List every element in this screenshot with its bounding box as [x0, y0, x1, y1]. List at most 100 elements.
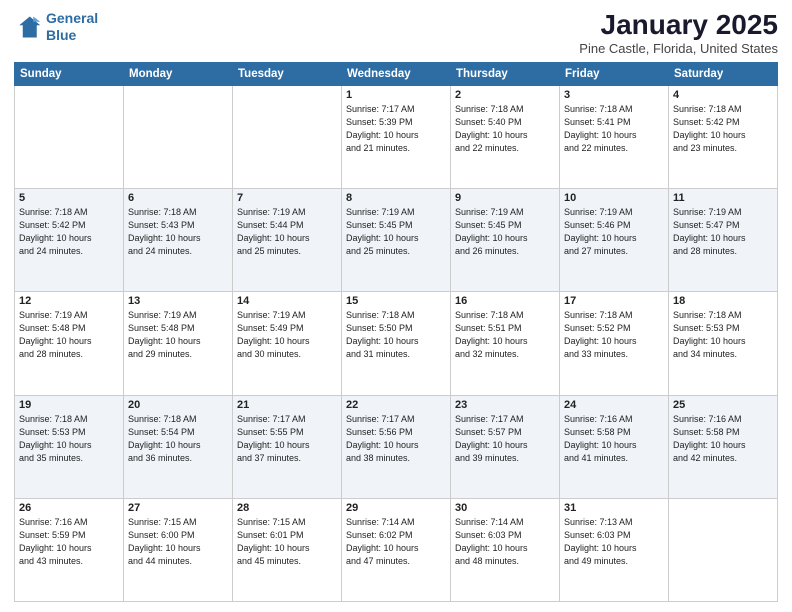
day-number: 24	[564, 399, 664, 411]
day-number: 31	[564, 502, 664, 514]
table-cell: 14 Sunrise: 7:19 AMSunset: 5:49 PMDayligh…	[233, 292, 342, 395]
table-cell: 25Sunrise: 7:16 AMSunset: 5:58 PMDayligh…	[669, 395, 778, 498]
table-cell: 4 Sunrise: 7:18 AMSunset: 5:42 PMDaylight…	[669, 85, 778, 188]
table-cell: 5Sunrise: 7:18 AMSunset: 5:42 PMDaylight…	[15, 189, 124, 292]
table-cell: 20 Sunrise: 7:18 AMSunset: 5:54 PMDayligh…	[124, 395, 233, 498]
day-number: 16	[455, 295, 555, 307]
day-info: Sunrise: 7:13 AMSunset: 6:03 PMDaylight:…	[564, 516, 664, 568]
table-cell: 26Sunrise: 7:16 AMSunset: 5:59 PMDayligh…	[15, 498, 124, 601]
day-number: 2	[455, 89, 555, 101]
day-info: Sunrise: 7:17 AMSunset: 5:55 PMDaylight:…	[237, 413, 337, 465]
calendar-table: Sunday Monday Tuesday Wednesday Thursday…	[14, 62, 778, 602]
day-number: 13	[128, 295, 228, 307]
table-cell: 2 Sunrise: 7:18 AMSunset: 5:40 PMDaylight…	[451, 85, 560, 188]
table-cell: 24 Sunrise: 7:16 AMSunset: 5:58 PMDayligh…	[560, 395, 669, 498]
week-row-0: 1Sunrise: 7:17 AMSunset: 5:39 PMDaylight…	[15, 85, 778, 188]
day-info: Sunrise: 7:15 AMSunset: 6:01 PMDaylight:…	[237, 516, 337, 568]
table-cell: 7Sunrise: 7:19 AMSunset: 5:44 PMDaylight…	[233, 189, 342, 292]
col-monday: Monday	[124, 62, 233, 85]
day-number: 21	[237, 399, 337, 411]
day-number: 17	[564, 295, 664, 307]
day-number: 30	[455, 502, 555, 514]
day-info: Sunrise: 7:14 AMSunset: 6:03 PMDaylight:…	[455, 516, 555, 568]
page: General Blue January 2025 Pine Castle, F…	[0, 0, 792, 612]
table-cell: 1Sunrise: 7:17 AMSunset: 5:39 PMDaylight…	[342, 85, 451, 188]
day-info: Sunrise: 7:19 AMSunset: 5:49 PMDaylight:…	[237, 309, 337, 361]
day-number: 29	[346, 502, 446, 514]
day-number: 23	[455, 399, 555, 411]
table-cell: 23 Sunrise: 7:17 AMSunset: 5:57 PMDayligh…	[451, 395, 560, 498]
day-info: Sunrise: 7:18 AMSunset: 5:53 PMDaylight:…	[19, 413, 119, 465]
table-cell: 17 Sunrise: 7:18 AMSunset: 5:52 PMDayligh…	[560, 292, 669, 395]
day-info: Sunrise: 7:17 AMSunset: 5:57 PMDaylight:…	[455, 413, 555, 465]
day-number: 12	[19, 295, 119, 307]
logo-line1: General	[46, 10, 98, 26]
day-number: 4	[673, 89, 773, 101]
table-cell: 28 Sunrise: 7:15 AMSunset: 6:01 PMDayligh…	[233, 498, 342, 601]
day-info: Sunrise: 7:19 AMSunset: 5:48 PMDaylight:…	[19, 309, 119, 361]
day-number: 10	[564, 192, 664, 204]
day-number: 28	[237, 502, 337, 514]
day-info: Sunrise: 7:18 AMSunset: 5:43 PMDaylight:…	[128, 206, 228, 258]
table-cell: 8Sunrise: 7:19 AMSunset: 5:45 PMDaylight…	[342, 189, 451, 292]
header: General Blue January 2025 Pine Castle, F…	[14, 10, 778, 56]
table-cell: 22Sunrise: 7:17 AMSunset: 5:56 PMDayligh…	[342, 395, 451, 498]
day-info: Sunrise: 7:18 AMSunset: 5:42 PMDaylight:…	[673, 103, 773, 155]
day-info: Sunrise: 7:19 AMSunset: 5:48 PMDaylight:…	[128, 309, 228, 361]
week-row-3: 19Sunrise: 7:18 AMSunset: 5:53 PMDayligh…	[15, 395, 778, 498]
table-cell: 12 Sunrise: 7:19 AMSunset: 5:48 PMDayligh…	[15, 292, 124, 395]
day-number: 27	[128, 502, 228, 514]
day-number: 9	[455, 192, 555, 204]
day-info: Sunrise: 7:16 AMSunset: 5:58 PMDaylight:…	[564, 413, 664, 465]
col-saturday: Saturday	[669, 62, 778, 85]
table-cell	[15, 85, 124, 188]
day-info: Sunrise: 7:15 AMSunset: 6:00 PMDaylight:…	[128, 516, 228, 568]
day-info: Sunrise: 7:19 AMSunset: 5:46 PMDaylight:…	[564, 206, 664, 258]
day-number: 15	[346, 295, 446, 307]
day-info: Sunrise: 7:19 AMSunset: 5:44 PMDaylight:…	[237, 206, 337, 258]
day-info: Sunrise: 7:18 AMSunset: 5:40 PMDaylight:…	[455, 103, 555, 155]
day-number: 22	[346, 399, 446, 411]
table-cell: 15Sunrise: 7:18 AMSunset: 5:50 PMDayligh…	[342, 292, 451, 395]
title-block: January 2025 Pine Castle, Florida, Unite…	[579, 10, 778, 56]
table-cell: 3Sunrise: 7:18 AMSunset: 5:41 PMDaylight…	[560, 85, 669, 188]
logo-text: General Blue	[46, 10, 98, 44]
logo: General Blue	[14, 10, 98, 44]
day-number: 14	[237, 295, 337, 307]
day-info: Sunrise: 7:14 AMSunset: 6:02 PMDaylight:…	[346, 516, 446, 568]
day-number: 1	[346, 89, 446, 101]
day-info: Sunrise: 7:18 AMSunset: 5:52 PMDaylight:…	[564, 309, 664, 361]
calendar-title: January 2025	[579, 10, 778, 41]
day-info: Sunrise: 7:18 AMSunset: 5:54 PMDaylight:…	[128, 413, 228, 465]
day-number: 18	[673, 295, 773, 307]
table-cell: 31 Sunrise: 7:13 AMSunset: 6:03 PMDayligh…	[560, 498, 669, 601]
table-cell: 9Sunrise: 7:19 AMSunset: 5:45 PMDaylight…	[451, 189, 560, 292]
table-cell: 10 Sunrise: 7:19 AMSunset: 5:46 PMDayligh…	[560, 189, 669, 292]
table-cell: 13 Sunrise: 7:19 AMSunset: 5:48 PMDayligh…	[124, 292, 233, 395]
day-number: 6	[128, 192, 228, 204]
table-cell: 29 Sunrise: 7:14 AMSunset: 6:02 PMDayligh…	[342, 498, 451, 601]
day-info: Sunrise: 7:19 AMSunset: 5:47 PMDaylight:…	[673, 206, 773, 258]
day-info: Sunrise: 7:18 AMSunset: 5:42 PMDaylight:…	[19, 206, 119, 258]
week-row-1: 5Sunrise: 7:18 AMSunset: 5:42 PMDaylight…	[15, 189, 778, 292]
day-number: 25	[673, 399, 773, 411]
col-friday: Friday	[560, 62, 669, 85]
header-row: Sunday Monday Tuesday Wednesday Thursday…	[15, 62, 778, 85]
day-number: 3	[564, 89, 664, 101]
table-cell: 6 Sunrise: 7:18 AMSunset: 5:43 PMDaylight…	[124, 189, 233, 292]
col-thursday: Thursday	[451, 62, 560, 85]
table-cell: 21 Sunrise: 7:17 AMSunset: 5:55 PMDayligh…	[233, 395, 342, 498]
col-sunday: Sunday	[15, 62, 124, 85]
day-number: 20	[128, 399, 228, 411]
day-number: 26	[19, 502, 119, 514]
day-info: Sunrise: 7:18 AMSunset: 5:51 PMDaylight:…	[455, 309, 555, 361]
calendar-subtitle: Pine Castle, Florida, United States	[579, 41, 778, 56]
day-number: 11	[673, 192, 773, 204]
table-cell	[669, 498, 778, 601]
day-number: 8	[346, 192, 446, 204]
logo-line2: Blue	[46, 27, 76, 43]
table-cell: 16 Sunrise: 7:18 AMSunset: 5:51 PMDayligh…	[451, 292, 560, 395]
col-wednesday: Wednesday	[342, 62, 451, 85]
table-cell: 19Sunrise: 7:18 AMSunset: 5:53 PMDayligh…	[15, 395, 124, 498]
table-cell	[124, 85, 233, 188]
